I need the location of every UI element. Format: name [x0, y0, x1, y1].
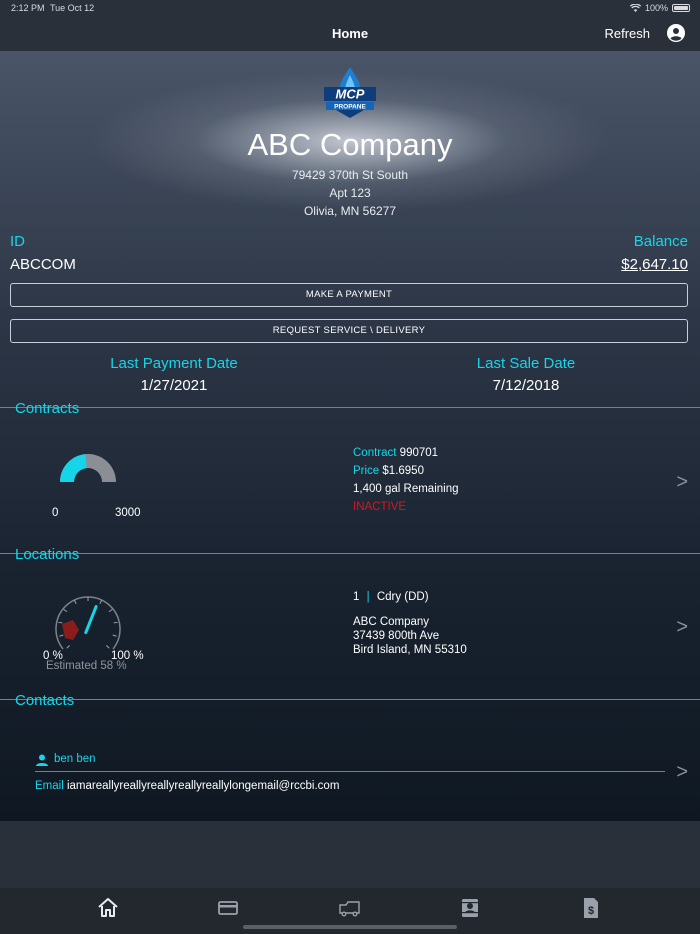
contract-card[interactable]: 0 3000 Contract 990701 Price $1.6950 1,4…: [0, 431, 700, 531]
status-bar: 2:12 PM Tue Oct 12 100%: [0, 0, 700, 16]
wifi-icon: [629, 4, 641, 12]
location-chevron-icon[interactable]: >: [676, 616, 688, 639]
battery-icon: [672, 4, 690, 12]
main-content: MCP PROPANE ABC Company 79429 370th St S…: [0, 51, 700, 821]
contacts-section-title: Contacts: [15, 692, 75, 709]
location-number: 1: [353, 591, 360, 603]
price-label: Price: [353, 465, 380, 477]
company-address-line3: Olivia, MN 56277: [303, 204, 397, 218]
request-service-button[interactable]: REQUEST SERVICE \ DELIVERY: [10, 319, 688, 343]
contract-label: Contract: [353, 447, 397, 459]
balance-label: Balance: [633, 233, 688, 250]
account-icon[interactable]: [667, 24, 685, 42]
email-label: Email: [35, 780, 64, 792]
company-logo: MCP PROPANE: [324, 67, 376, 118]
company-address-line1: 79429 370th St South: [291, 168, 409, 182]
gauge-tick: [112, 634, 117, 637]
refresh-button[interactable]: Refresh: [604, 26, 650, 41]
nav-title: Home: [331, 26, 369, 41]
person-icon: [36, 754, 48, 766]
last-sale-value: 7/12/2018: [492, 377, 560, 394]
locations-divider: [0, 553, 700, 554]
contract-gauge-max: 3000: [115, 507, 141, 519]
location-separator: |: [366, 591, 370, 603]
contracts-divider: [0, 407, 700, 408]
status-time: 2:12 PM: [11, 3, 45, 13]
balance-link[interactable]: $2,647.10: [621, 256, 688, 273]
contract-chevron-icon[interactable]: >: [676, 471, 688, 494]
company-name: ABC Company: [247, 127, 453, 162]
last-sale-label: Last Sale Date: [476, 355, 576, 372]
logo-text: MCP: [336, 87, 365, 102]
truck-icon[interactable]: [338, 896, 362, 920]
contract-gauge-min: 0: [52, 507, 59, 519]
company-address-line2: Apt 123: [329, 186, 371, 200]
svg-text:$: $: [588, 905, 594, 917]
gauge-tick: [66, 645, 70, 649]
gauge-tick: [59, 634, 64, 637]
contact-divider: [35, 771, 665, 772]
last-payment-value: 1/27/2021: [140, 377, 208, 394]
gauge-tick: [108, 608, 113, 613]
gauge-tick: [73, 600, 77, 605]
location-card[interactable]: 0 % 100 % Estimated 58 % 1 | Cdry (DD) A…: [0, 576, 700, 676]
gauge-tick: [58, 621, 63, 624]
contact-chevron-icon[interactable]: >: [676, 761, 688, 784]
contracts-section-title: Contracts: [15, 400, 80, 417]
status-date: Tue Oct 12: [50, 3, 95, 13]
home-icon[interactable]: [96, 896, 120, 920]
locations-section-title: Locations: [15, 546, 80, 563]
location-name: Cdry: [376, 591, 402, 603]
price-value: $1.6950: [382, 465, 424, 477]
id-label: ID: [10, 233, 25, 250]
status-right: 100%: [629, 3, 690, 13]
contacts-divider: [0, 699, 700, 700]
card-icon[interactable]: [216, 896, 240, 920]
contract-number: 990701: [399, 447, 439, 459]
battery-percent: 100%: [644, 3, 668, 13]
gauge-tick: [113, 621, 118, 624]
tank-estimated: Estimated 58 %: [46, 660, 127, 672]
contacts-icon[interactable]: [458, 896, 482, 920]
gauge-tick: [106, 645, 110, 649]
contact-email[interactable]: iamareallyreallyreallyreallyreallylongem…: [67, 780, 339, 792]
tank-gauge: [55, 596, 121, 650]
make-payment-button[interactable]: MAKE A PAYMENT: [10, 283, 688, 307]
location-addr3: Bird Island, MN 55310: [353, 644, 467, 656]
gauge-tick: [63, 608, 68, 613]
id-value: ABCCOM: [10, 256, 76, 273]
location-addr1: ABC Company: [353, 616, 430, 628]
logo-subtext: PROPANE: [334, 104, 366, 111]
invoice-icon[interactable]: $: [579, 896, 603, 920]
contract-gauge: [60, 454, 116, 482]
contract-status: INACTIVE: [353, 501, 407, 513]
last-payment-label: Last Payment Date: [110, 355, 238, 372]
location-code: (DD): [404, 591, 429, 603]
location-addr2: 37439 800th Ave: [353, 630, 440, 642]
contact-name: ben ben: [54, 753, 96, 765]
gauge-tick: [99, 600, 103, 605]
home-indicator: [243, 925, 457, 929]
contact-card[interactable]: ben ben Email iamareallyreallyreallyreal…: [0, 741, 700, 811]
nav-bar: Home Refresh: [0, 16, 700, 51]
gallons-remaining: 1,400 gal Remaining: [353, 483, 459, 495]
